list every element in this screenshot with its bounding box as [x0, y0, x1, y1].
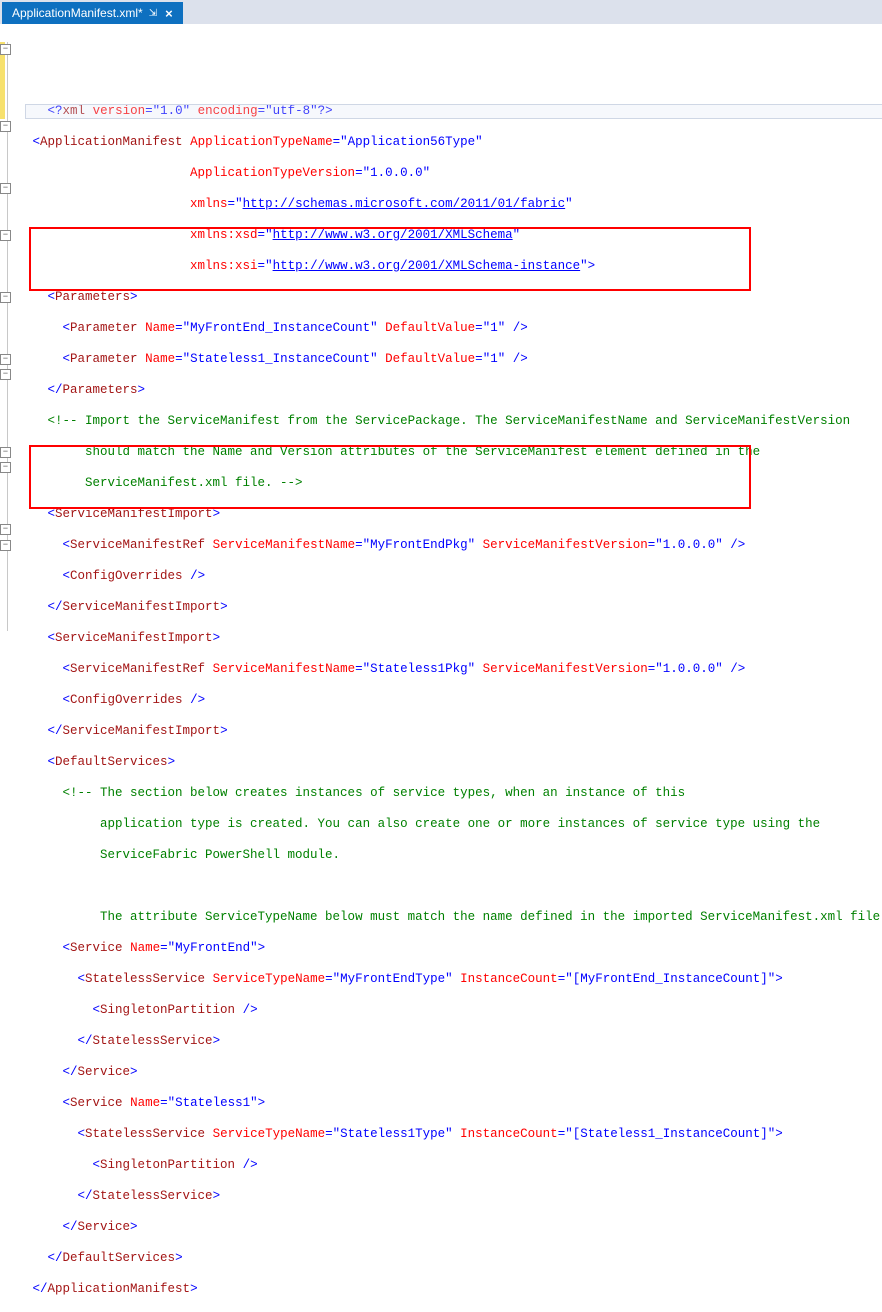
attr-smver: ServiceManifestVersion: [483, 538, 648, 552]
val-svctypename1: "MyFrontEndType": [333, 972, 453, 986]
val-param1-name: "MyFrontEnd_InstanceCount": [183, 321, 378, 335]
val-default1: "1": [483, 321, 506, 335]
attr-instcount2: InstanceCount: [460, 1127, 558, 1141]
close-icon[interactable]: ×: [163, 6, 175, 21]
val-xmlnsxsi: http://www.w3.org/2001/XMLSchema-instanc…: [273, 259, 581, 273]
comment-section-l4: [63, 879, 101, 893]
elem-smr: ServiceManifestRef: [70, 538, 205, 552]
attr-apptypever: ApplicationTypeVersion: [190, 166, 355, 180]
elem-service1: Service: [70, 941, 123, 955]
attr-encoding: encoding: [198, 104, 258, 118]
elem-smi2: ServiceManifestImport: [55, 631, 213, 645]
fold-icon[interactable]: −: [0, 121, 11, 132]
elem-parameters-close: Parameters: [63, 383, 138, 397]
code-editor[interactable]: − − − − − − − − − − −: [0, 24, 882, 656]
fold-icon[interactable]: −: [0, 230, 11, 241]
elem-singlepart1: SingletonPartition: [100, 1003, 235, 1017]
comment-section-l1: <!-- The section below creates instances…: [63, 786, 693, 800]
elem-parameters: Parameters: [55, 290, 130, 304]
attr-name: Name: [145, 321, 175, 335]
attr-version: version: [93, 104, 146, 118]
elem-smi: ServiceManifestImport: [55, 507, 213, 521]
pin-icon[interactable]: ⇲: [149, 8, 157, 19]
val-svc2-name: "Stateless1": [168, 1096, 258, 1110]
comment-import-l2: should match the Name and Version attrib…: [48, 445, 768, 459]
xml-decl-open: <?: [48, 104, 63, 118]
tab-bar: ApplicationManifest.xml* ⇲ ×: [0, 0, 882, 24]
attr-svc1-name: Name: [130, 941, 160, 955]
elem-defsvc-close: DefaultServices: [63, 1251, 176, 1265]
elem-stateless2: StatelessService: [85, 1127, 205, 1141]
attr-xmlnsxsd: xmlns:xsd: [190, 228, 258, 242]
elem-parameter: Parameter: [70, 352, 138, 366]
tab-label: ApplicationManifest.xml*: [12, 6, 143, 20]
comment-section-l5: The attribute ServiceTypeName below must…: [63, 910, 882, 924]
gutter: − − − − − − − − − − −: [0, 24, 25, 656]
val-instcount2: "[Stateless1_InstanceCount]": [565, 1127, 775, 1141]
attr-smver2: ServiceManifestVersion: [483, 662, 648, 676]
fold-icon[interactable]: −: [0, 369, 11, 380]
fold-icon[interactable]: −: [0, 524, 11, 535]
elem-defsvc: DefaultServices: [55, 755, 168, 769]
fold-icon[interactable]: −: [0, 44, 11, 55]
comment-section-l2: application type is created. You can als…: [63, 817, 828, 831]
attr-instcount1: InstanceCount: [460, 972, 558, 986]
comment-import-l3: ServiceManifest.xml file. -->: [48, 476, 303, 490]
attr-xmlns: xmlns: [190, 197, 228, 211]
val-default2: "1": [483, 352, 506, 366]
fold-icon[interactable]: −: [0, 292, 11, 303]
elem-smi-close: ServiceManifestImport: [63, 600, 221, 614]
active-tab[interactable]: ApplicationManifest.xml* ⇲ ×: [2, 2, 183, 24]
elem-service2-close: Service: [78, 1220, 131, 1234]
elem-smi2-close: ServiceManifestImport: [63, 724, 221, 738]
val-version: "1.0": [153, 104, 191, 118]
val-smver2: "1.0.0.0": [655, 662, 723, 676]
val-smname1: "MyFrontEndPkg": [363, 538, 476, 552]
val-svc1-name: "MyFrontEnd": [168, 941, 258, 955]
val-apptypever: "1.0.0.0": [363, 166, 431, 180]
elem-appmanifest-close: ApplicationManifest: [48, 1282, 191, 1296]
xml-decl-close: ?>: [318, 104, 333, 118]
attr-defaultvalue: DefaultValue: [385, 321, 475, 335]
fold-icon[interactable]: −: [0, 183, 11, 194]
elem-smr2: ServiceManifestRef: [70, 662, 205, 676]
fold-icon[interactable]: −: [0, 354, 11, 365]
elem-stateless2-close: StatelessService: [93, 1189, 213, 1203]
comment-import-l1: <!-- Import the ServiceManifest from the…: [48, 414, 858, 428]
comment-section-l3: ServiceFabric PowerShell module.: [63, 848, 341, 862]
code-area[interactable]: <?xml version="1.0" encoding="utf-8"?> <…: [25, 24, 882, 656]
xml-decl-name: xml: [63, 104, 86, 118]
attr-svctypename2: ServiceTypeName: [213, 1127, 326, 1141]
attr-apptypename: ApplicationTypeName: [190, 135, 333, 149]
attr-smname2: ServiceManifestName: [213, 662, 356, 676]
attr-svc2-name: Name: [130, 1096, 160, 1110]
elem-appmanifest: ApplicationManifest: [40, 135, 183, 149]
elem-service2: Service: [70, 1096, 123, 1110]
elem-singlepart2: SingletonPartition: [100, 1158, 235, 1172]
val-smver1: "1.0.0.0": [655, 538, 723, 552]
val-apptypename: "Application56Type": [340, 135, 483, 149]
attr-xmlnsxsi: xmlns:xsi: [190, 259, 258, 273]
fold-icon[interactable]: −: [0, 447, 11, 458]
attr-svctypename1: ServiceTypeName: [213, 972, 326, 986]
attr-defaultvalue: DefaultValue: [385, 352, 475, 366]
attr-name: Name: [145, 352, 175, 366]
attr-smname: ServiceManifestName: [213, 538, 356, 552]
val-instcount1: "[MyFrontEnd_InstanceCount]": [565, 972, 775, 986]
val-smname2: "Stateless1Pkg": [363, 662, 476, 676]
fold-icon[interactable]: −: [0, 462, 11, 473]
val-svctypename2: "Stateless1Type": [333, 1127, 453, 1141]
elem-stateless1-close: StatelessService: [93, 1034, 213, 1048]
elem-parameter: Parameter: [70, 321, 138, 335]
val-encoding: "utf-8": [265, 104, 318, 118]
fold-icon[interactable]: −: [0, 540, 11, 551]
elem-cfgov2: ConfigOverrides: [70, 693, 183, 707]
elem-cfgov: ConfigOverrides: [70, 569, 183, 583]
elem-stateless1: StatelessService: [85, 972, 205, 986]
elem-service1-close: Service: [78, 1065, 131, 1079]
val-xmlnsxsd: http://www.w3.org/2001/XMLSchema: [273, 228, 513, 242]
val-param2-name: "Stateless1_InstanceCount": [183, 352, 378, 366]
val-xmlns: http://schemas.microsoft.com/2011/01/fab…: [243, 197, 566, 211]
